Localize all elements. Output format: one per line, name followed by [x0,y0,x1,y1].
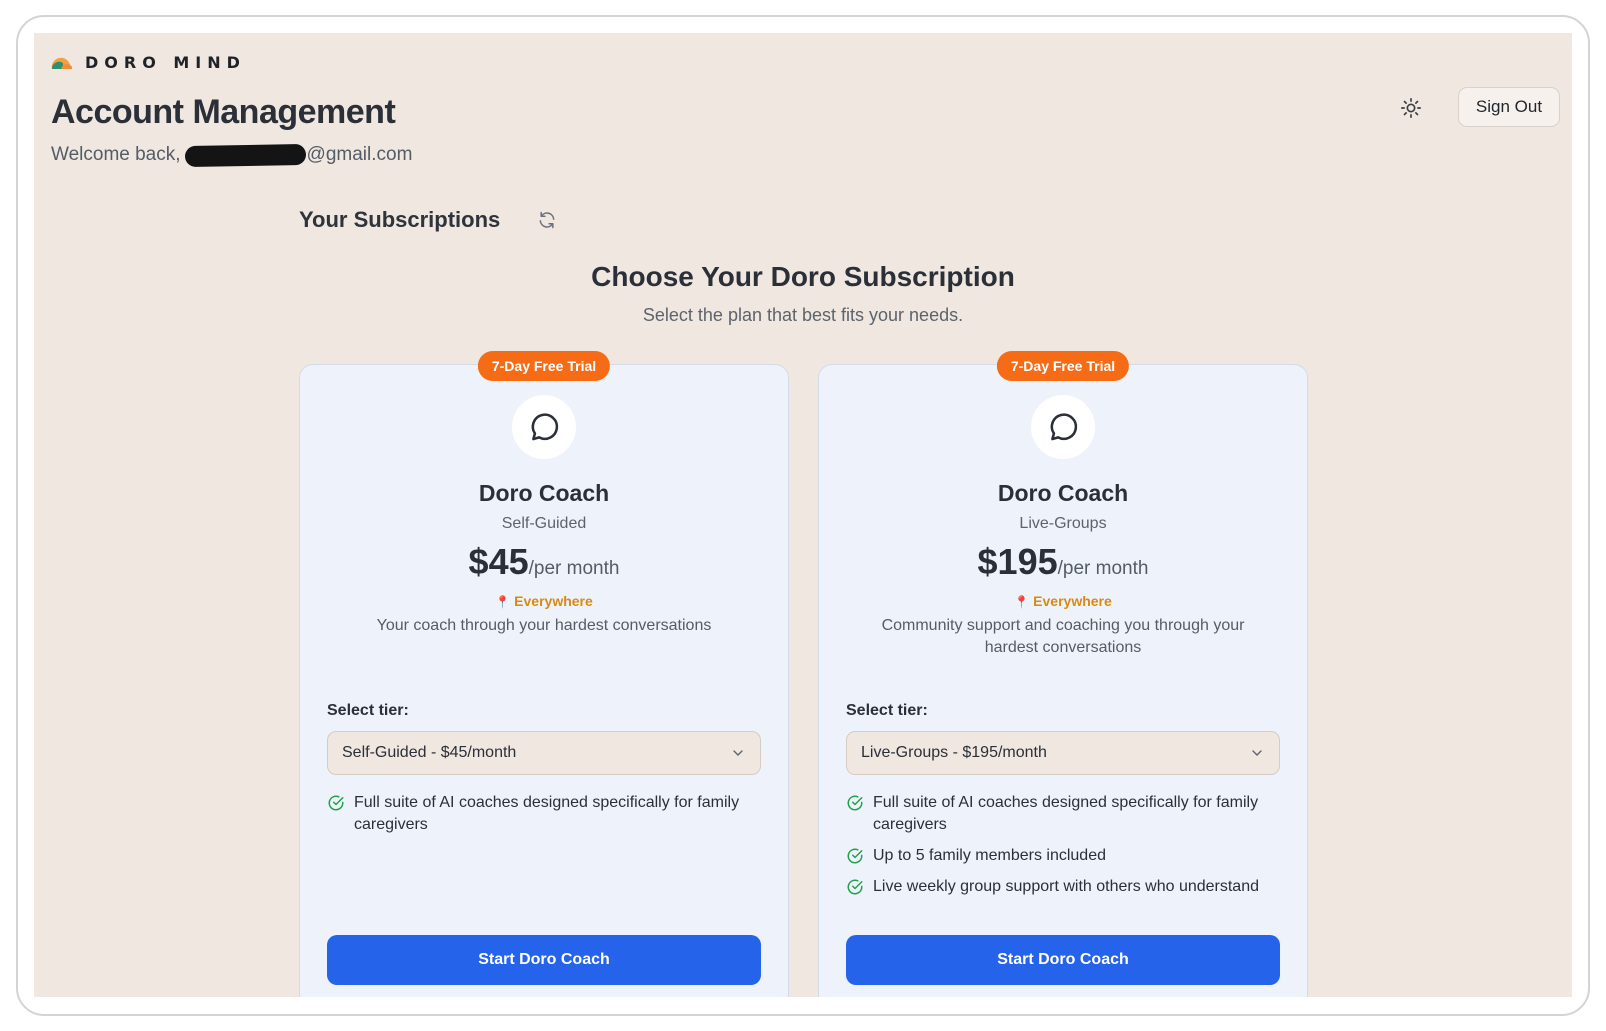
chevron-down-icon [733,750,743,756]
pin-icon: 📍 [495,595,511,609]
feature-item: Full suite of AI coaches designed specif… [327,792,748,836]
choose-subscription-title: Choose Your Doro Subscription [591,261,1015,292]
tier-select-value: Live-Groups - $195/month [861,744,1047,761]
plan-price-row: $195/per month [819,541,1307,583]
feature-item: Live weekly group support with others wh… [846,876,1267,898]
feature-text: Up to 5 family members included [873,847,1106,864]
email-suffix: @gmail.com [306,144,413,165]
free-trial-badge: 7-Day Free Trial [477,351,611,381]
tier-select[interactable]: Live-Groups - $195/month [846,731,1280,775]
chat-bubble-icon [1050,413,1078,441]
choose-subscription-subtitle: Select the plan that best fits your need… [642,305,964,325]
tier-select[interactable]: Self-Guided - $45/month [327,731,761,775]
plan-price: $45 [468,541,529,582]
plan-card-self-guided: 7-Day Free Trial Doro Coach Self-Guided … [299,351,789,997]
welcome-message: Welcome back, @gmail.com [51,143,413,167]
plan-description: Your coach through your hardest conversa… [376,617,712,634]
start-doro-coach-button[interactable]: Start Doro Coach [327,935,761,985]
sign-out-button[interactable]: Sign Out [1458,87,1560,127]
welcome-prefix: Welcome back, [51,144,181,165]
plan-icon-container [512,395,576,459]
free-trial-badge: 7-Day Free Trial [996,351,1130,381]
plan-price: $195 [977,541,1058,582]
plan-tier: Live-Groups [1019,515,1107,532]
plan-icon-container [1031,395,1095,459]
feature-item: Full suite of AI coaches designed specif… [846,792,1267,836]
brand-logo: DORO MIND [51,53,246,72]
feature-text: Full suite of AI coaches designed specif… [873,794,1259,833]
check-circle-icon [847,879,863,895]
app-screen: DORO MIND Account Management Welcome bac… [34,33,1572,997]
pin-icon: 📍 [1014,595,1030,609]
start-doro-coach-button[interactable]: Start Doro Coach [846,935,1280,985]
plan-name: Doro Coach [478,480,610,506]
theme-toggle-button[interactable] [1398,95,1424,121]
feature-list: Full suite of AI coaches designed specif… [327,792,748,845]
refresh-icon[interactable] [537,210,557,230]
tier-select-value: Self-Guided - $45/month [342,744,517,761]
feature-list: Full suite of AI coaches designed specif… [846,792,1267,907]
chat-bubble-icon [531,413,559,441]
plan-tier: Self-Guided [501,515,587,532]
plan-period: /per month [528,558,620,579]
plan-description: Community support and coaching you throu… [881,617,1245,656]
plan-name: Doro Coach [997,480,1129,506]
brand-name: DORO MIND [85,53,246,72]
plan-location: 📍 Everywhere [300,593,788,609]
feature-text: Full suite of AI coaches designed specif… [354,794,740,833]
plan-location-text: Everywhere [1033,593,1112,609]
feature-text: Live weekly group support with others wh… [873,878,1259,895]
sun-icon [1401,98,1421,118]
plan-price-row: $45/per month [300,541,788,583]
page-title: Account Management [51,93,396,131]
check-circle-icon [847,795,863,811]
redacted-email [184,143,306,167]
select-tier-label: Select tier: [846,702,928,719]
select-tier-label: Select tier: [327,702,409,719]
plan-location: 📍 Everywhere [819,593,1307,609]
plan-period: /per month [1057,558,1149,579]
check-circle-icon [328,795,344,811]
plan-card-live-groups: 7-Day Free Trial Doro Coach Live-Groups … [818,351,1308,997]
subscriptions-heading: Your Subscriptions [299,207,501,232]
doro-logo-icon [51,57,72,69]
feature-item: Up to 5 family members included [846,845,1267,867]
chevron-down-icon [1252,750,1262,756]
plan-location-text: Everywhere [514,593,593,609]
check-circle-icon [847,848,863,864]
